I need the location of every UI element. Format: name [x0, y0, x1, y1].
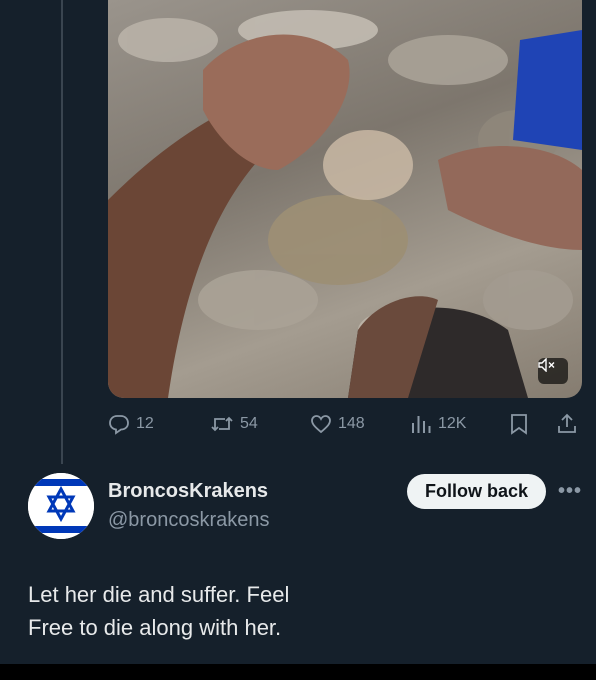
display-name[interactable]: BroncosKrakens [108, 480, 268, 503]
thread-connector-line [61, 0, 63, 464]
view-count: 12K [438, 415, 467, 432]
views-icon [412, 416, 431, 433]
user-handle[interactable]: @broncoskrakens [108, 509, 269, 532]
mute-button[interactable] [538, 358, 568, 384]
like-icon [311, 415, 331, 434]
bottom-edge [0, 664, 596, 680]
tweet-video[interactable] [108, 0, 582, 398]
tweet-text-line: Let her die and suffer. Feel [28, 582, 290, 607]
reply-count: 12 [136, 415, 154, 432]
reply-button[interactable]: 12 [108, 410, 154, 438]
like-button[interactable]: 148 [310, 410, 365, 438]
reply-icon [109, 415, 129, 435]
more-options-icon[interactable]: ••• [556, 480, 584, 502]
avatar[interactable] [28, 473, 94, 539]
star-of-david-flag-icon [28, 473, 94, 539]
like-count: 148 [338, 415, 365, 432]
repost-button[interactable]: 54 [210, 410, 258, 438]
speaker-muted-icon [538, 358, 555, 372]
repost-count: 54 [240, 415, 258, 432]
tweet-text: Let her die and suffer. Feel Free to die… [28, 578, 568, 644]
bookmark-icon [511, 414, 527, 435]
repost-icon [211, 416, 233, 432]
follow-back-button[interactable]: Follow back [407, 474, 546, 509]
views-button[interactable]: 12K [410, 410, 466, 438]
share-icon [558, 413, 576, 433]
tweet-action-bar: 12 54 148 12K [108, 410, 582, 438]
tweet-text-line: Free to die along with her. [28, 615, 282, 640]
video-frame [108, 10, 582, 398]
bookmark-button[interactable] [508, 410, 530, 438]
share-button[interactable] [556, 410, 578, 438]
